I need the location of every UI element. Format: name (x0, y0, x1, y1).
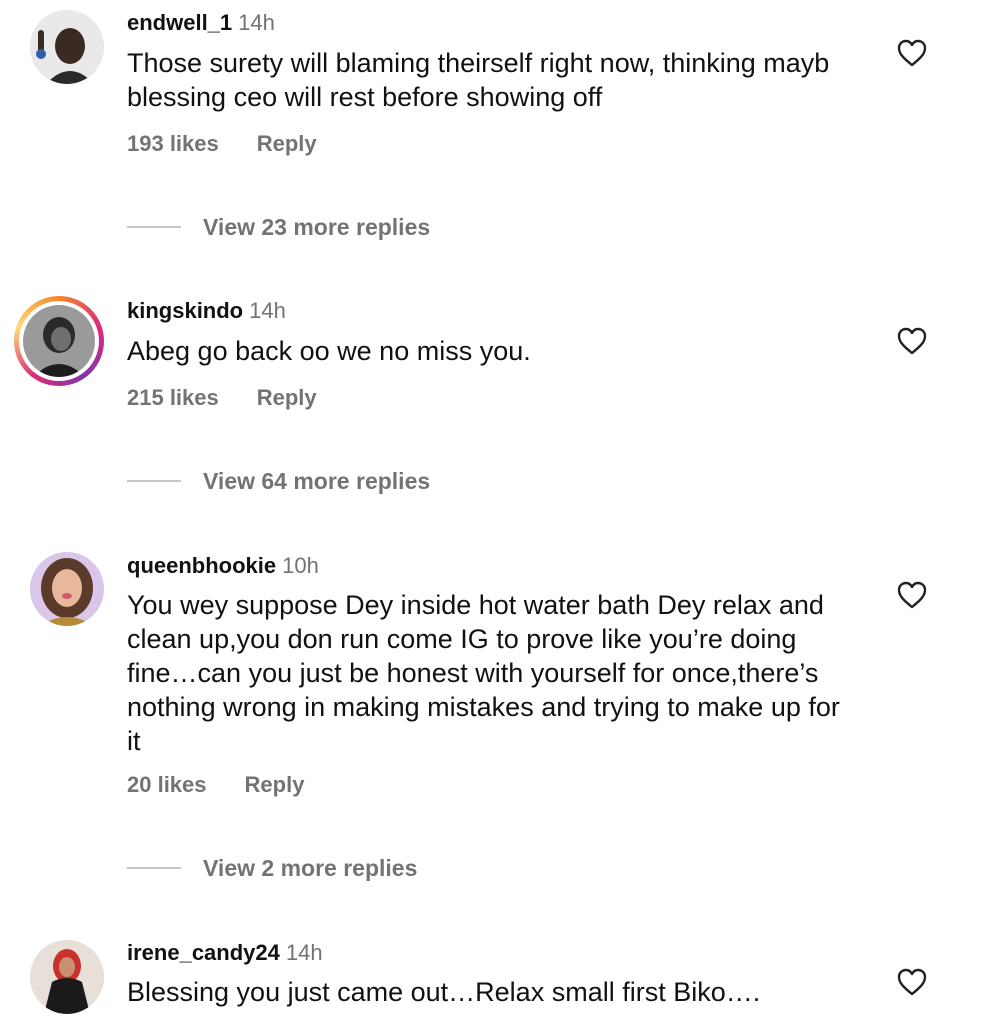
heart-outline-icon[interactable] (896, 580, 928, 610)
username[interactable]: endwell_1 (127, 10, 232, 35)
comment-header: kingskindo 14h (127, 298, 286, 324)
view-more-label: View 2 more replies (203, 854, 418, 881)
heart-outline-icon[interactable] (896, 326, 928, 356)
timestamp: 14h (238, 10, 275, 35)
avatar-image (23, 305, 95, 377)
comment-text: You wey suppose Dey inside hot water bat… (127, 590, 840, 756)
reply-button[interactable]: Reply (257, 131, 317, 157)
view-more-label: View 64 more replies (203, 467, 431, 494)
divider-line (127, 867, 181, 869)
comment-text: Those surety will blaming theirself righ… (127, 48, 830, 112)
timestamp: 14h (249, 298, 286, 323)
view-more-replies[interactable]: View 2 more replies (127, 853, 417, 883)
avatar[interactable] (30, 552, 104, 626)
view-more-replies[interactable]: View 23 more replies (127, 212, 430, 242)
divider-line (127, 480, 181, 482)
timestamp: 14h (285, 940, 323, 965)
comment-actions: 20 likes Reply (127, 772, 304, 798)
view-more-replies[interactable]: View 64 more replies (127, 466, 430, 496)
avatar-image (30, 10, 104, 84)
reply-button[interactable]: Reply (245, 772, 305, 798)
comment-actions: 193 likes Reply (127, 131, 317, 157)
timestamp: 10h (282, 553, 319, 578)
comment-header: endwell_1 14h (127, 10, 275, 36)
comment-text: Blessing you just came out…Relax small f… (127, 977, 761, 1007)
username[interactable]: queenbhookie (127, 553, 276, 578)
avatar[interactable] (14, 296, 104, 386)
reply-button[interactable]: Reply (257, 385, 317, 411)
comment-header: queenbhookie 10h (127, 553, 319, 579)
username[interactable]: irene_candy24 (127, 940, 280, 965)
avatar-image (30, 940, 104, 1014)
username[interactable]: kingskindo (127, 298, 243, 323)
like-count[interactable]: 20 likes (127, 772, 207, 798)
heart-outline-icon[interactable] (896, 38, 928, 68)
comment-actions: 215 likes Reply (127, 385, 317, 411)
like-count[interactable]: 215 likes (127, 385, 219, 411)
avatar-image (30, 552, 104, 626)
story-ring (19, 301, 99, 381)
like-count[interactable]: 193 likes (127, 131, 219, 157)
avatar[interactable] (30, 10, 104, 84)
heart-outline-icon[interactable] (896, 967, 928, 997)
comment-header: irene_candy24 14h (127, 940, 323, 966)
comment-text: Abeg go back oo we no miss you. (127, 336, 531, 366)
avatar[interactable] (30, 940, 104, 1014)
divider-line (127, 226, 181, 228)
view-more-label: View 23 more replies (203, 213, 431, 240)
